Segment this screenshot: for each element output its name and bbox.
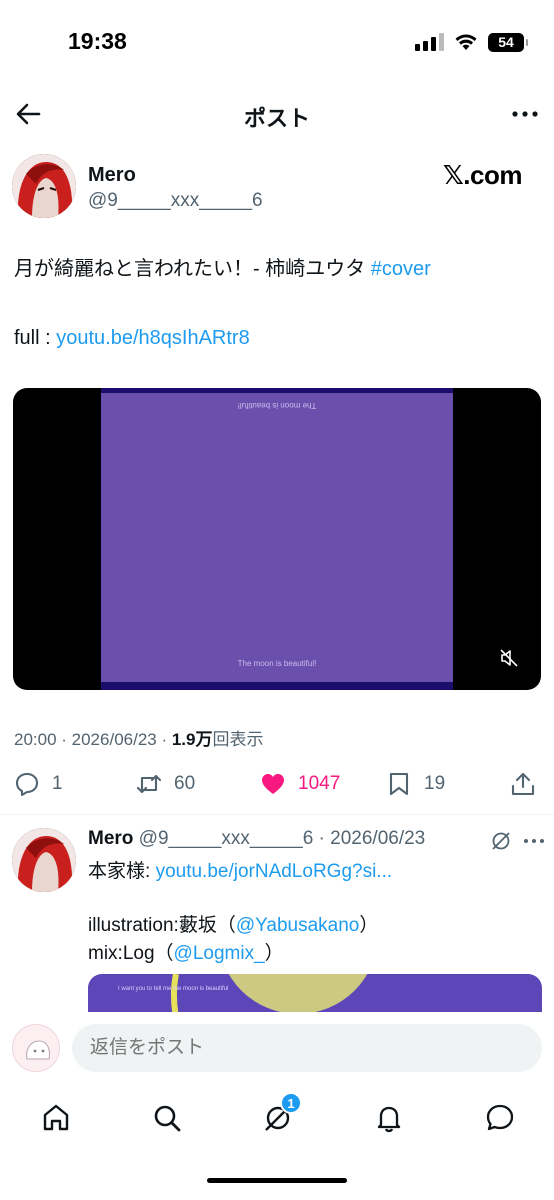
status-icons: 54 <box>415 30 528 54</box>
view-label: 回表示 <box>212 730 264 749</box>
top-header: ポスト <box>0 88 554 138</box>
home-indicator <box>207 1178 347 1183</box>
reply-button[interactable]: 1 <box>14 766 63 802</box>
reply-source-link[interactable]: youtu.be/jorNAdLoRGg?si... <box>156 861 393 882</box>
video-caption-bottom: The moon is beautiful! <box>237 659 317 668</box>
reply-input[interactable] <box>72 1024 542 1072</box>
like-count: 1047 <box>298 773 341 794</box>
author-avatar[interactable] <box>12 154 76 218</box>
reply-count: 1 <box>52 773 63 794</box>
status-bar: 19:38 54 <box>0 0 554 80</box>
repost-button[interactable]: 60 <box>136 766 195 802</box>
reply-line-source: 本家様: youtu.be/jorNAdLoRGg?si... <box>88 856 392 883</box>
heart-icon <box>262 774 284 794</box>
illustration-close: ） <box>359 915 379 936</box>
home-icon <box>43 1104 69 1131</box>
post-link-prefix: full : <box>14 327 57 349</box>
reply-more-icon[interactable] <box>522 830 546 852</box>
youtube-link[interactable]: youtu.be/h8qsIhARtr8 <box>56 327 249 349</box>
reply-avatar[interactable] <box>12 828 76 892</box>
cellular-signal-icon <box>415 33 444 51</box>
video-caption-top: The moon is beautiful! <box>237 401 317 410</box>
post-link-line: full : youtu.be/h8qsIhARtr8 <box>14 327 250 350</box>
muted-speaker-icon[interactable] <box>499 648 519 668</box>
post-text-main: 月が綺麗ねと言われたい！- 柿崎ユウタ <box>14 258 371 280</box>
grok-icon[interactable] <box>490 830 512 852</box>
video-frame: The moon is beautiful! The moon is beaut… <box>101 388 453 690</box>
chat-bubble-icon <box>486 1104 514 1131</box>
video-player[interactable]: The moon is beautiful! The moon is beaut… <box>13 388 541 690</box>
illustration-label: illustration:藪坂（ <box>88 915 236 936</box>
action-bar: 1 60 1047 19 <box>14 766 540 802</box>
page-title: ポスト <box>243 106 310 131</box>
my-avatar[interactable] <box>12 1024 60 1072</box>
like-button[interactable]: 1047 <box>260 766 340 802</box>
reply-header: Mero @9_____xxx_____6 · 2026/06/23 <box>88 828 425 850</box>
bookmark-count: 19 <box>424 773 446 794</box>
tab-messages[interactable] <box>484 1102 516 1134</box>
repost-icon <box>136 774 162 794</box>
tab-notifications[interactable] <box>373 1102 405 1134</box>
illustration-mention[interactable]: @Yabusakano <box>236 915 360 936</box>
reply-media-caption: I want you to tell me the moon is beauti… <box>118 986 229 992</box>
search-icon <box>154 1105 181 1132</box>
reply-source-label: 本家様: <box>88 861 156 882</box>
battery-level: 54 <box>498 34 514 50</box>
tab-search[interactable] <box>151 1102 183 1134</box>
xcom-logo: 𝕏.com <box>442 160 523 190</box>
share-button[interactable] <box>510 766 536 802</box>
hashtag-link[interactable]: #cover <box>371 258 431 280</box>
more-options-icon[interactable] <box>510 100 540 128</box>
tab-grok[interactable]: 1 <box>262 1092 302 1134</box>
reply-icon <box>15 772 39 797</box>
reply-line-illustration: illustration:藪坂（@Yabusakano） <box>88 910 378 937</box>
bottom-tab-bar: 1 <box>0 1088 554 1148</box>
post-meta: 20:00 · 2026/06/23 · 1.9万回表示 <box>14 725 263 750</box>
mix-mention[interactable]: @Logmix_ <box>174 943 265 964</box>
battery-icon: 54 <box>488 32 528 52</box>
tab-home[interactable] <box>40 1102 72 1134</box>
post-time: 20:00 · 2026/06/23 · <box>14 730 172 749</box>
reply-line-mix: mix:Log（@Logmix_） <box>88 938 284 965</box>
share-icon <box>511 772 535 796</box>
view-count: 1.9万 <box>171 730 213 749</box>
reply-tweet[interactable]: Mero @9_____xxx_____6 · 2026/06/23 本家様: … <box>12 826 552 1014</box>
author-name[interactable]: Mero <box>88 164 136 187</box>
repost-count: 60 <box>174 773 196 794</box>
divider <box>0 814 554 815</box>
bookmark-button[interactable]: 19 <box>386 766 445 802</box>
notification-badge: 1 <box>280 1092 302 1114</box>
post-text: 月が綺麗ねと言われたい！- 柿崎ユウタ #cover <box>14 256 431 282</box>
reply-author-name[interactable]: Mero <box>88 828 133 849</box>
post-author: Mero @9_____xxx_____6 𝕏.com <box>12 154 542 220</box>
reply-composer <box>0 1012 554 1088</box>
mix-label: mix:Log（ <box>88 943 174 964</box>
bell-icon <box>377 1106 401 1133</box>
mix-close: ） <box>264 943 284 964</box>
reply-author-handle: @9_____xxx_____6 · 2026/06/23 <box>133 828 426 849</box>
wifi-icon <box>455 34 477 50</box>
author-handle[interactable]: @9_____xxx_____6 <box>88 190 263 212</box>
reply-media-image[interactable]: I want you to tell me the moon is beauti… <box>88 974 542 1014</box>
bookmark-icon <box>389 772 409 796</box>
status-time: 19:38 <box>68 28 127 54</box>
